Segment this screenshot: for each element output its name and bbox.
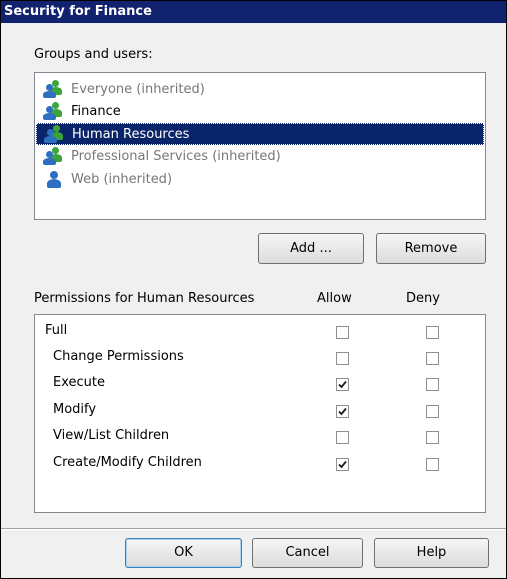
remove-button[interactable]: Remove (376, 233, 486, 264)
users-group-icon (44, 125, 66, 143)
allow-checkbox[interactable] (336, 352, 349, 365)
permissions-list: Full Change Permissions Execute Modify View/… (34, 314, 486, 513)
allow-checkbox[interactable] (336, 458, 349, 471)
permissions-label: Permissions for Human Resources (34, 291, 255, 306)
group-name: Web (inherited) (71, 171, 173, 187)
checkmark-icon (338, 460, 347, 469)
deny-column-header: Deny (406, 291, 440, 306)
permission-name: Modify (53, 402, 97, 417)
permission-name: Execute (53, 375, 105, 390)
group-name: Professional Services (inherited) (71, 148, 281, 164)
groups-users-list[interactable]: Everyone (inherited) Finance Human Resourc… (34, 72, 486, 220)
help-button[interactable]: Help (374, 538, 489, 568)
deny-checkbox[interactable] (426, 431, 439, 444)
users-group-icon (43, 147, 65, 165)
deny-checkbox[interactable] (426, 405, 439, 418)
group-name: Human Resources (72, 126, 190, 142)
group-list-item[interactable]: Everyone (inherited) (36, 78, 484, 100)
add-button[interactable]: Add ... (258, 233, 364, 264)
allow-checkbox[interactable] (336, 378, 349, 391)
group-list-item[interactable]: Professional Services (inherited) (36, 145, 484, 167)
deny-checkbox[interactable] (426, 352, 439, 365)
permission-name: Full (45, 323, 68, 338)
permission-row: Create/Modify Children (35, 450, 485, 476)
security-dialog: Security for Finance Groups and users: E… (0, 0, 507, 579)
allow-checkbox[interactable] (336, 326, 349, 339)
group-name: Finance (71, 103, 121, 119)
permission-row: View/List Children (35, 423, 485, 449)
footer-divider (1, 528, 506, 530)
users-group-icon (43, 80, 65, 98)
checkmark-icon (338, 407, 347, 416)
permission-name: View/List Children (53, 428, 170, 443)
ok-button[interactable]: OK (125, 538, 242, 568)
allow-checkbox[interactable] (336, 405, 349, 418)
deny-checkbox[interactable] (426, 458, 439, 471)
group-list-item[interactable]: Human Resources (36, 123, 484, 145)
user-icon (43, 170, 65, 188)
allow-column-header: Allow (317, 291, 352, 306)
permission-row: Execute (35, 370, 485, 396)
permission-name: Create/Modify Children (53, 455, 202, 470)
permission-row: Modify (35, 397, 485, 423)
allow-checkbox[interactable] (336, 431, 349, 444)
group-list-item[interactable]: Web (inherited) (36, 168, 484, 190)
permission-row: Full (35, 318, 485, 344)
group-list-item[interactable]: Finance (36, 100, 484, 122)
group-name: Everyone (inherited) (71, 81, 205, 97)
deny-checkbox[interactable] (426, 326, 439, 339)
permission-row: Change Permissions (35, 344, 485, 370)
deny-checkbox[interactable] (426, 378, 439, 391)
users-group-icon (43, 102, 65, 120)
groups-users-label: Groups and users: (34, 47, 153, 62)
checkmark-icon (338, 380, 347, 389)
dialog-title: Security for Finance (1, 1, 506, 23)
permission-name: Change Permissions (53, 349, 184, 364)
cancel-button[interactable]: Cancel (252, 538, 363, 568)
